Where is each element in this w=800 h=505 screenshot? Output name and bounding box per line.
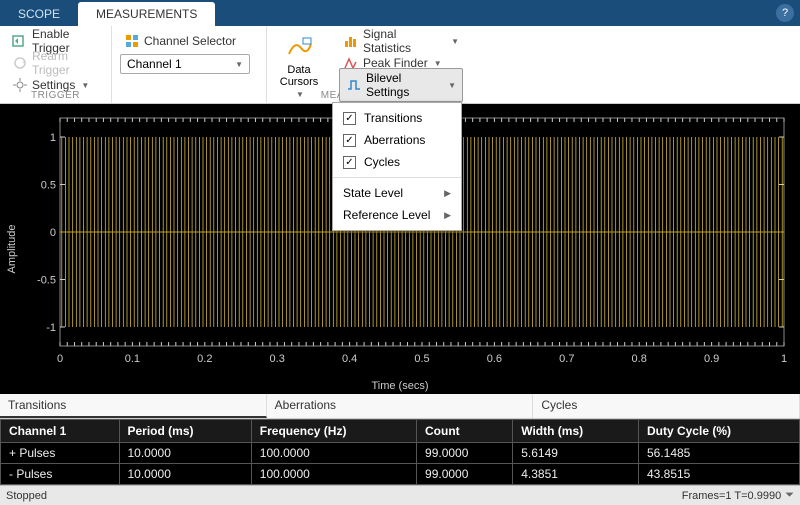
channel-dropdown[interactable]: Channel 1 ▼ — [120, 54, 250, 74]
toolstrip: Enable Trigger Rearm Trigger Settings ▼ … — [0, 26, 800, 104]
chevron-down-icon: ▼ — [451, 37, 459, 46]
svg-text:0.2: 0.2 — [197, 353, 212, 365]
chevron-down-icon: ▼ — [235, 60, 243, 69]
svg-text:0.5: 0.5 — [41, 180, 56, 192]
help-button[interactable]: ? — [776, 4, 794, 22]
checkbox-checked-icon: ✓ — [343, 134, 356, 147]
svg-text:0.8: 0.8 — [632, 353, 647, 365]
th-channel: Channel 1 — [1, 420, 120, 443]
status-bar: Stopped Frames=1 T=0.9990 ⏷ — [0, 485, 800, 505]
signal-statistics-label: Signal Statistics — [363, 27, 445, 55]
tab-strip: SCOPE MEASUREMENTS ? — [0, 0, 800, 26]
checkbox-checked-icon: ✓ — [343, 112, 356, 125]
trigger-section-label: TRIGGER — [0, 90, 111, 101]
menu-aberrations[interactable]: ✓ Aberrations — [333, 129, 461, 151]
th-freq: Frequency (Hz) — [251, 420, 416, 443]
svg-text:0.7: 0.7 — [559, 353, 574, 365]
cursor-icon — [285, 34, 313, 62]
rearm-icon — [12, 55, 28, 71]
stats-icon — [343, 33, 359, 49]
bilevel-icon — [346, 77, 362, 93]
svg-text:1: 1 — [50, 132, 56, 144]
menu-separator — [333, 177, 461, 178]
results-tab-transitions[interactable]: Transitions — [0, 394, 267, 418]
bilevel-dropdown-menu: ✓ Transitions ✓ Aberrations ✓ Cycles Sta… — [332, 102, 462, 231]
svg-text:-1: -1 — [46, 322, 56, 334]
svg-text:0.3: 0.3 — [270, 353, 285, 365]
channel-selected-label: Channel 1 — [127, 57, 182, 71]
chevron-down-icon: ▼ — [296, 90, 304, 99]
menu-reference-level-label: Reference Level — [343, 208, 430, 222]
svg-text:-0.5: -0.5 — [37, 275, 56, 287]
channel-selector-label: Channel Selector — [144, 34, 236, 48]
svg-text:0: 0 — [50, 227, 56, 239]
data-cursors-button[interactable]: DataCursors ▼ — [275, 30, 323, 105]
tab-measurements[interactable]: MEASUREMENTS — [78, 2, 215, 26]
status-right: Frames=1 T=0.9990 — [682, 490, 781, 502]
bilevel-settings-label: Bilevel Settings — [366, 71, 442, 99]
menu-reference-level[interactable]: Reference Level ▶ — [333, 204, 461, 226]
plot-xlabel: Time (secs) — [0, 380, 800, 392]
th-period: Period (ms) — [119, 420, 251, 443]
table-row[interactable]: - Pulses 10.0000 100.0000 99.0000 4.3851… — [1, 464, 800, 485]
scroll-end-icon[interactable]: ⏷ — [785, 489, 794, 502]
table-row[interactable]: + Pulses 10.0000 100.0000 99.0000 5.6149… — [1, 443, 800, 464]
menu-state-level-label: State Level — [343, 186, 403, 200]
data-cursors-label: Data — [287, 64, 310, 76]
svg-text:0: 0 — [57, 353, 63, 365]
svg-text:1: 1 — [781, 353, 787, 365]
chevron-down-icon: ▼ — [434, 59, 442, 68]
tab-scope[interactable]: SCOPE — [0, 2, 78, 26]
menu-aberrations-label: Aberrations — [364, 133, 425, 147]
svg-text:0.1: 0.1 — [125, 353, 140, 365]
status-left: Stopped — [6, 490, 47, 502]
bilevel-settings-button[interactable]: Bilevel Settings ▼ — [339, 68, 463, 102]
menu-state-level[interactable]: State Level ▶ — [333, 182, 461, 204]
channel-selector-button[interactable]: Channel Selector — [120, 31, 240, 51]
menu-cycles[interactable]: ✓ Cycles — [333, 151, 461, 173]
svg-text:0.6: 0.6 — [487, 353, 502, 365]
svg-text:0.4: 0.4 — [342, 353, 357, 365]
chevron-right-icon: ▶ — [444, 188, 451, 199]
chevron-down-icon: ▼ — [81, 81, 89, 90]
menu-transitions[interactable]: ✓ Transitions — [333, 107, 461, 129]
chevron-down-icon: ▼ — [448, 81, 456, 90]
results-table: Channel 1 Period (ms) Frequency (Hz) Cou… — [0, 419, 800, 485]
menu-transitions-label: Transitions — [364, 111, 422, 125]
th-count: Count — [417, 420, 513, 443]
svg-text:0.5: 0.5 — [414, 353, 429, 365]
rearm-trigger-label: Rearm Trigger — [32, 49, 99, 77]
channel-icon — [124, 33, 140, 49]
th-duty: Duty Cycle (%) — [638, 420, 799, 443]
plot-ylabel: Amplitude — [6, 225, 18, 274]
checkbox-checked-icon: ✓ — [343, 156, 356, 169]
results-panel: Transitions Aberrations Cycles Channel 1… — [0, 394, 800, 485]
th-width: Width (ms) — [513, 420, 639, 443]
svg-text:0.9: 0.9 — [704, 353, 719, 365]
chevron-right-icon: ▶ — [444, 210, 451, 221]
results-tab-aberrations[interactable]: Aberrations — [267, 394, 534, 418]
results-tab-cycles[interactable]: Cycles — [533, 394, 800, 418]
menu-cycles-label: Cycles — [364, 155, 400, 169]
